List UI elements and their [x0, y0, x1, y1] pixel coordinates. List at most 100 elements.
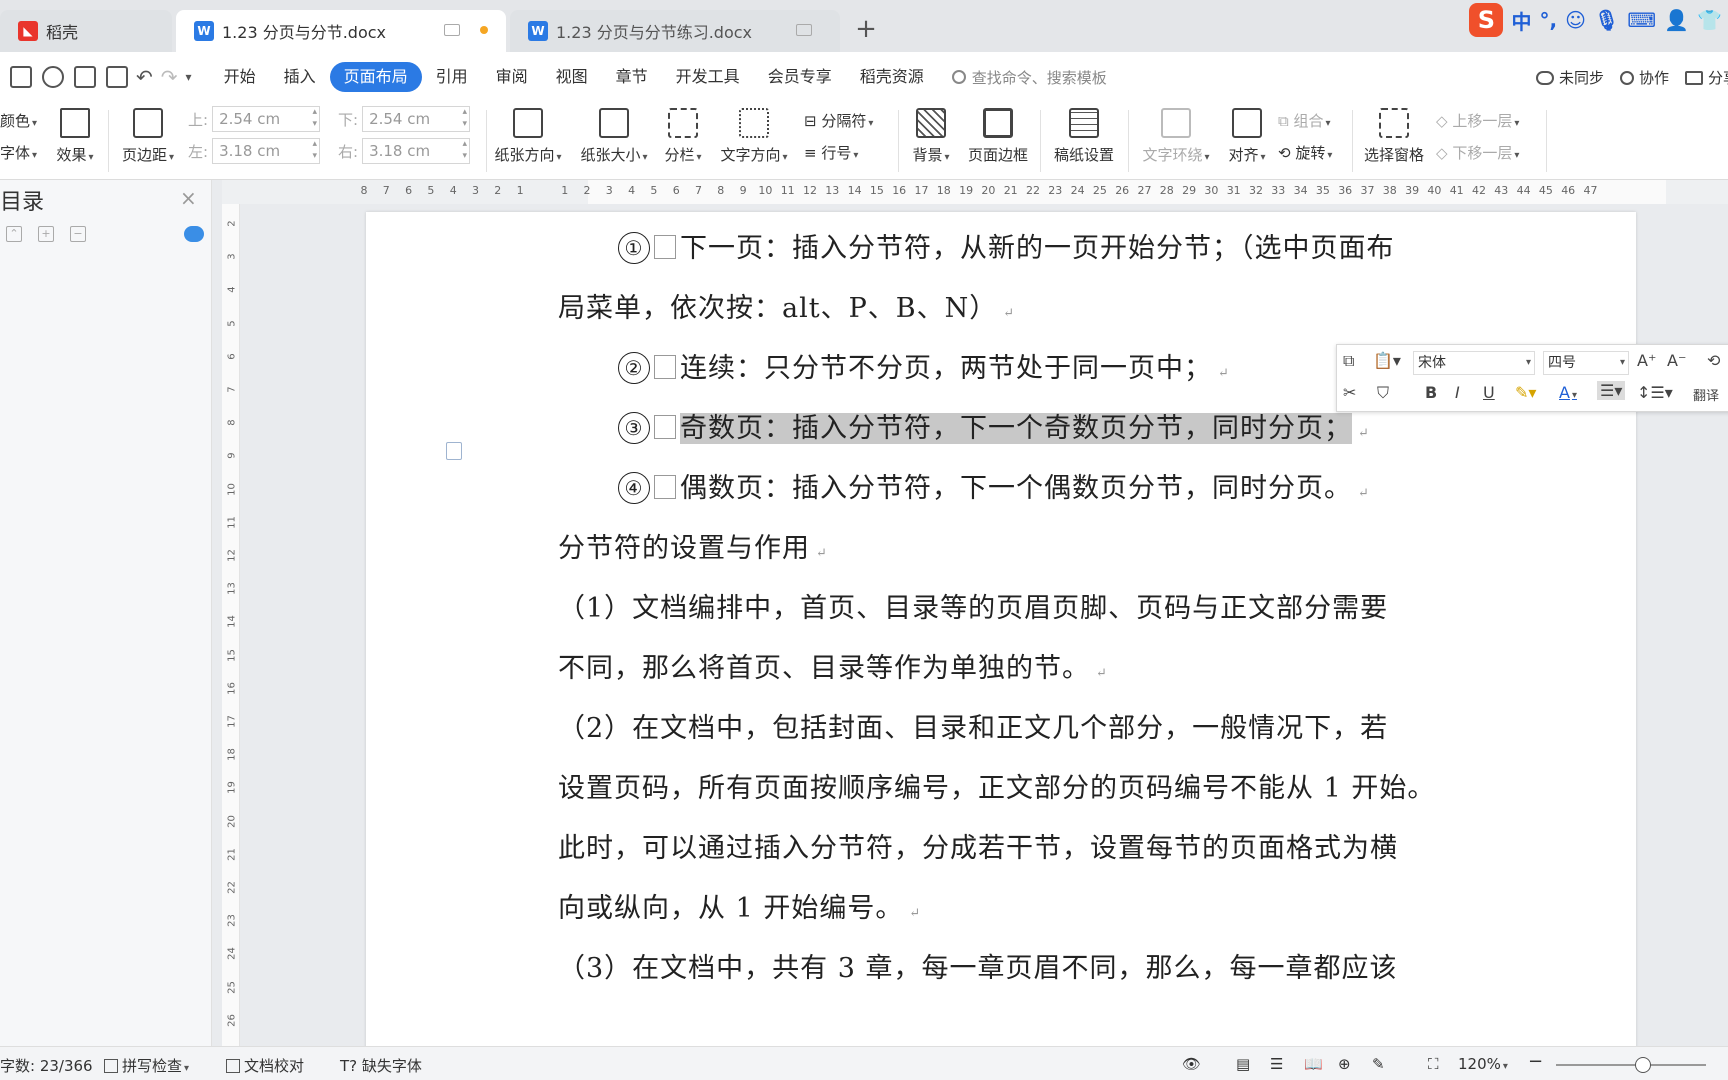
margins-button[interactable]: 页边距 ▾ [116, 106, 180, 165]
zoom-level-select[interactable]: 120% ▾ [1458, 1055, 1508, 1073]
right-margin-input[interactable]: 3.18 cm [362, 138, 471, 164]
wrap-text-button[interactable]: 文字环绕 ▾ [1136, 106, 1216, 165]
clear-format-icon[interactable]: ⟲ [1707, 351, 1720, 370]
columns-button[interactable]: 分栏 ▾ [660, 106, 706, 165]
shrink-font-icon[interactable]: A⁻ [1667, 351, 1686, 370]
highlight-icon[interactable]: ✎▾ [1515, 383, 1536, 402]
redo-icon[interactable]: ↷ [161, 65, 178, 89]
theme-fonts-button[interactable]: 字体 ▾ [0, 142, 37, 163]
menu-member[interactable]: 会员专享 [754, 62, 846, 92]
bring-forward-button[interactable]: ◇ 上移一层 ▾ [1436, 110, 1519, 131]
missing-fonts-button[interactable]: T? 缺失字体 [340, 1055, 422, 1076]
theme-colors-button[interactable]: 颜色 ▾ [0, 110, 37, 131]
right-margin-field[interactable]: 右: 3.18 cm [338, 138, 471, 164]
breaks-button[interactable]: ⊟ 分隔符 ▾ [804, 110, 873, 131]
doc-line[interactable]: ① 下一页：插入分节符，从新的一页开始分节；（选中页面布 [618, 226, 1395, 265]
format-painter-icon[interactable]: ⛉ [1377, 383, 1389, 403]
proofread-button[interactable]: 文档校对 [226, 1055, 304, 1076]
selection-pane-button[interactable]: 选择窗格 [1358, 106, 1430, 165]
close-icon[interactable]: × [180, 186, 197, 210]
document-area[interactable]: ① 下一页：插入分节符，从新的一页开始分节；（选中页面布 局菜单，依次按：alt、… [240, 204, 1728, 1046]
write-mode-icon[interactable]: ✎ [1372, 1055, 1385, 1073]
expand-all-icon[interactable]: + [38, 226, 54, 242]
tab-docer-home[interactable]: ◣ 稻壳 [0, 10, 172, 52]
share-button[interactable]: 分享 [1684, 67, 1728, 88]
font-color-button[interactable]: A ▾ [1559, 383, 1577, 402]
screen-icon[interactable] [796, 24, 812, 36]
italic-button[interactable]: I [1455, 383, 1460, 402]
copy-icon[interactable]: ⧉ [1343, 351, 1354, 371]
rotate-button[interactable]: ⟲ 旋转 ▾ [1278, 142, 1332, 163]
paragraph-layout-icon[interactable] [446, 442, 462, 460]
zoom-slider-knob[interactable] [1635, 1057, 1651, 1073]
bottom-margin-input[interactable]: 2.54 cm [362, 106, 471, 132]
doc-line[interactable]: （3）在文档中，共有 3 章，每一章页眉不同，那么，每一章都应该 [558, 946, 1398, 985]
reading-view-icon[interactable]: 📖 [1304, 1055, 1323, 1073]
menu-insert[interactable]: 插入 [270, 62, 330, 92]
keyboard-icon[interactable]: ⌨ [1627, 8, 1656, 32]
sogou-ime-logo-icon[interactable]: S [1469, 3, 1504, 37]
screen-icon[interactable] [444, 24, 460, 36]
eye-protection-icon[interactable]: 👁 [1182, 1055, 1201, 1073]
shirt-skin-icon[interactable]: 👕 [1697, 8, 1722, 32]
quick-access-dropdown-icon[interactable]: ▾ [186, 70, 192, 84]
vertical-ruler[interactable]: 2 3 4 5 6 7 8 9 10 11 12 13 14 15 16 17 18 19 20 21 22 23 24 25… [222, 204, 240, 1060]
save-icon[interactable] [10, 66, 32, 88]
font-size-select[interactable]: 四号 ▾ [1543, 351, 1629, 375]
menu-home[interactable]: 开始 [210, 62, 270, 92]
web-view-icon[interactable]: ⊕ [1338, 1055, 1351, 1073]
left-margin-input[interactable]: 3.18 cm [212, 138, 321, 164]
line-numbers-button[interactable]: ≡ 行号 ▾ [804, 142, 858, 163]
page-view-icon[interactable]: ▤ [1236, 1055, 1250, 1073]
grid-paper-button[interactable]: 稿纸设置 [1048, 106, 1120, 165]
doc-line[interactable]: 向或纵向，从 1 开始编号。 ↵ [558, 886, 921, 925]
word-count[interactable]: 字数: 23/366 [0, 1055, 93, 1076]
cut-icon[interactable]: ✂ [1343, 383, 1356, 402]
doc-line[interactable]: 设置页码，所有页面按顺序编号，正文部分的页码编号不能从 1 开始。 [558, 766, 1435, 805]
paste-icon[interactable]: 📋▾ [1373, 351, 1401, 370]
zoom-out-icon[interactable]: − [1528, 1051, 1543, 1072]
fit-page-icon[interactable]: ⛶ [1428, 1055, 1439, 1073]
doc-line[interactable]: 此时，可以通过插入分节符，分成若干节，设置每节的页面格式为横 [558, 826, 1398, 865]
ime-punctuation-toggle[interactable]: °, [1539, 8, 1557, 32]
doc-line[interactable]: （2）在文档中，包括封面、目录和正文几个部分，一般情况下，若 [558, 706, 1388, 745]
menu-developer[interactable]: 开发工具 [662, 62, 754, 92]
text-direction-button[interactable]: 文字方向 ▾ [716, 106, 792, 165]
align-text-icon[interactable]: ☰▾ [1597, 381, 1626, 400]
sync-status-button[interactable]: 未同步 [1535, 67, 1604, 88]
horizontal-ruler[interactable]: 8 7 6 5 4 3 2 1 1 2 3 4 5 6 7 8 9 10 11 12 13 14 15 16 17 18 19 20 2… [222, 180, 1728, 204]
doc-line-selected[interactable]: ③ 奇数页：插入分节符，下一个奇数页分节，同时分页； ↵ [618, 406, 1370, 445]
theme-effects-button[interactable]: 效果 ▾ [50, 106, 100, 165]
font-name-select[interactable]: 宋体 ▾ [1413, 351, 1535, 375]
doc-line[interactable]: 局菜单，依次按：alt、P、B、N） ↵ [558, 286, 1015, 325]
underline-button[interactable]: U [1483, 383, 1495, 402]
doc-line[interactable]: 分节符的设置与作用 ↵ [558, 526, 828, 565]
menu-references[interactable]: 引用 [422, 62, 482, 92]
user-icon[interactable]: 👤 [1664, 8, 1689, 32]
export-pdf-icon[interactable] [42, 66, 64, 88]
menu-page-layout[interactable]: 页面布局 [329, 62, 422, 92]
top-margin-field[interactable]: 上: 2.54 cm [188, 106, 321, 132]
background-button[interactable]: 背景 ▾ [906, 106, 956, 165]
page-border-button[interactable]: 页面边框 [962, 106, 1034, 165]
tab-document-practice[interactable]: W 1.23 分页与分节练习.docx [510, 10, 840, 52]
collapse-icon[interactable]: ⌃ [6, 226, 22, 242]
menu-section[interactable]: 章节 [602, 62, 662, 92]
bottom-margin-field[interactable]: 下: 2.54 cm [338, 106, 471, 132]
group-button[interactable]: ⧉ 组合 ▾ [1278, 110, 1331, 131]
doc-line[interactable]: ② 连续：只分节不分页，两节处于同一页中； ↵ [618, 346, 1230, 385]
spell-check-button[interactable]: 拼写检查 ▾ [104, 1055, 189, 1076]
document-page[interactable]: ① 下一页：插入分节符，从新的一页开始分节；（选中页面布 局菜单，依次按：alt、… [366, 212, 1636, 1046]
align-button[interactable]: 对齐 ▾ [1222, 106, 1272, 165]
collaborate-button[interactable]: 协作 [1619, 67, 1669, 88]
left-margin-field[interactable]: 左: 3.18 cm [188, 138, 321, 164]
orientation-button[interactable]: 纸张方向 ▾ [490, 106, 566, 165]
ime-mode-toggle[interactable]: 中 [1511, 6, 1531, 35]
grow-font-icon[interactable]: A⁺ [1637, 351, 1656, 370]
command-search[interactable]: 查找命令、搜索模板 [951, 67, 1107, 88]
paper-size-button[interactable]: 纸张大小 ▾ [576, 106, 652, 165]
tab-document-active[interactable]: W 1.23 分页与分节.docx [176, 10, 506, 52]
collapse-all-icon[interactable]: − [70, 226, 86, 242]
microphone-icon[interactable]: 🎙 [1594, 8, 1619, 32]
menu-review[interactable]: 审阅 [482, 62, 542, 92]
